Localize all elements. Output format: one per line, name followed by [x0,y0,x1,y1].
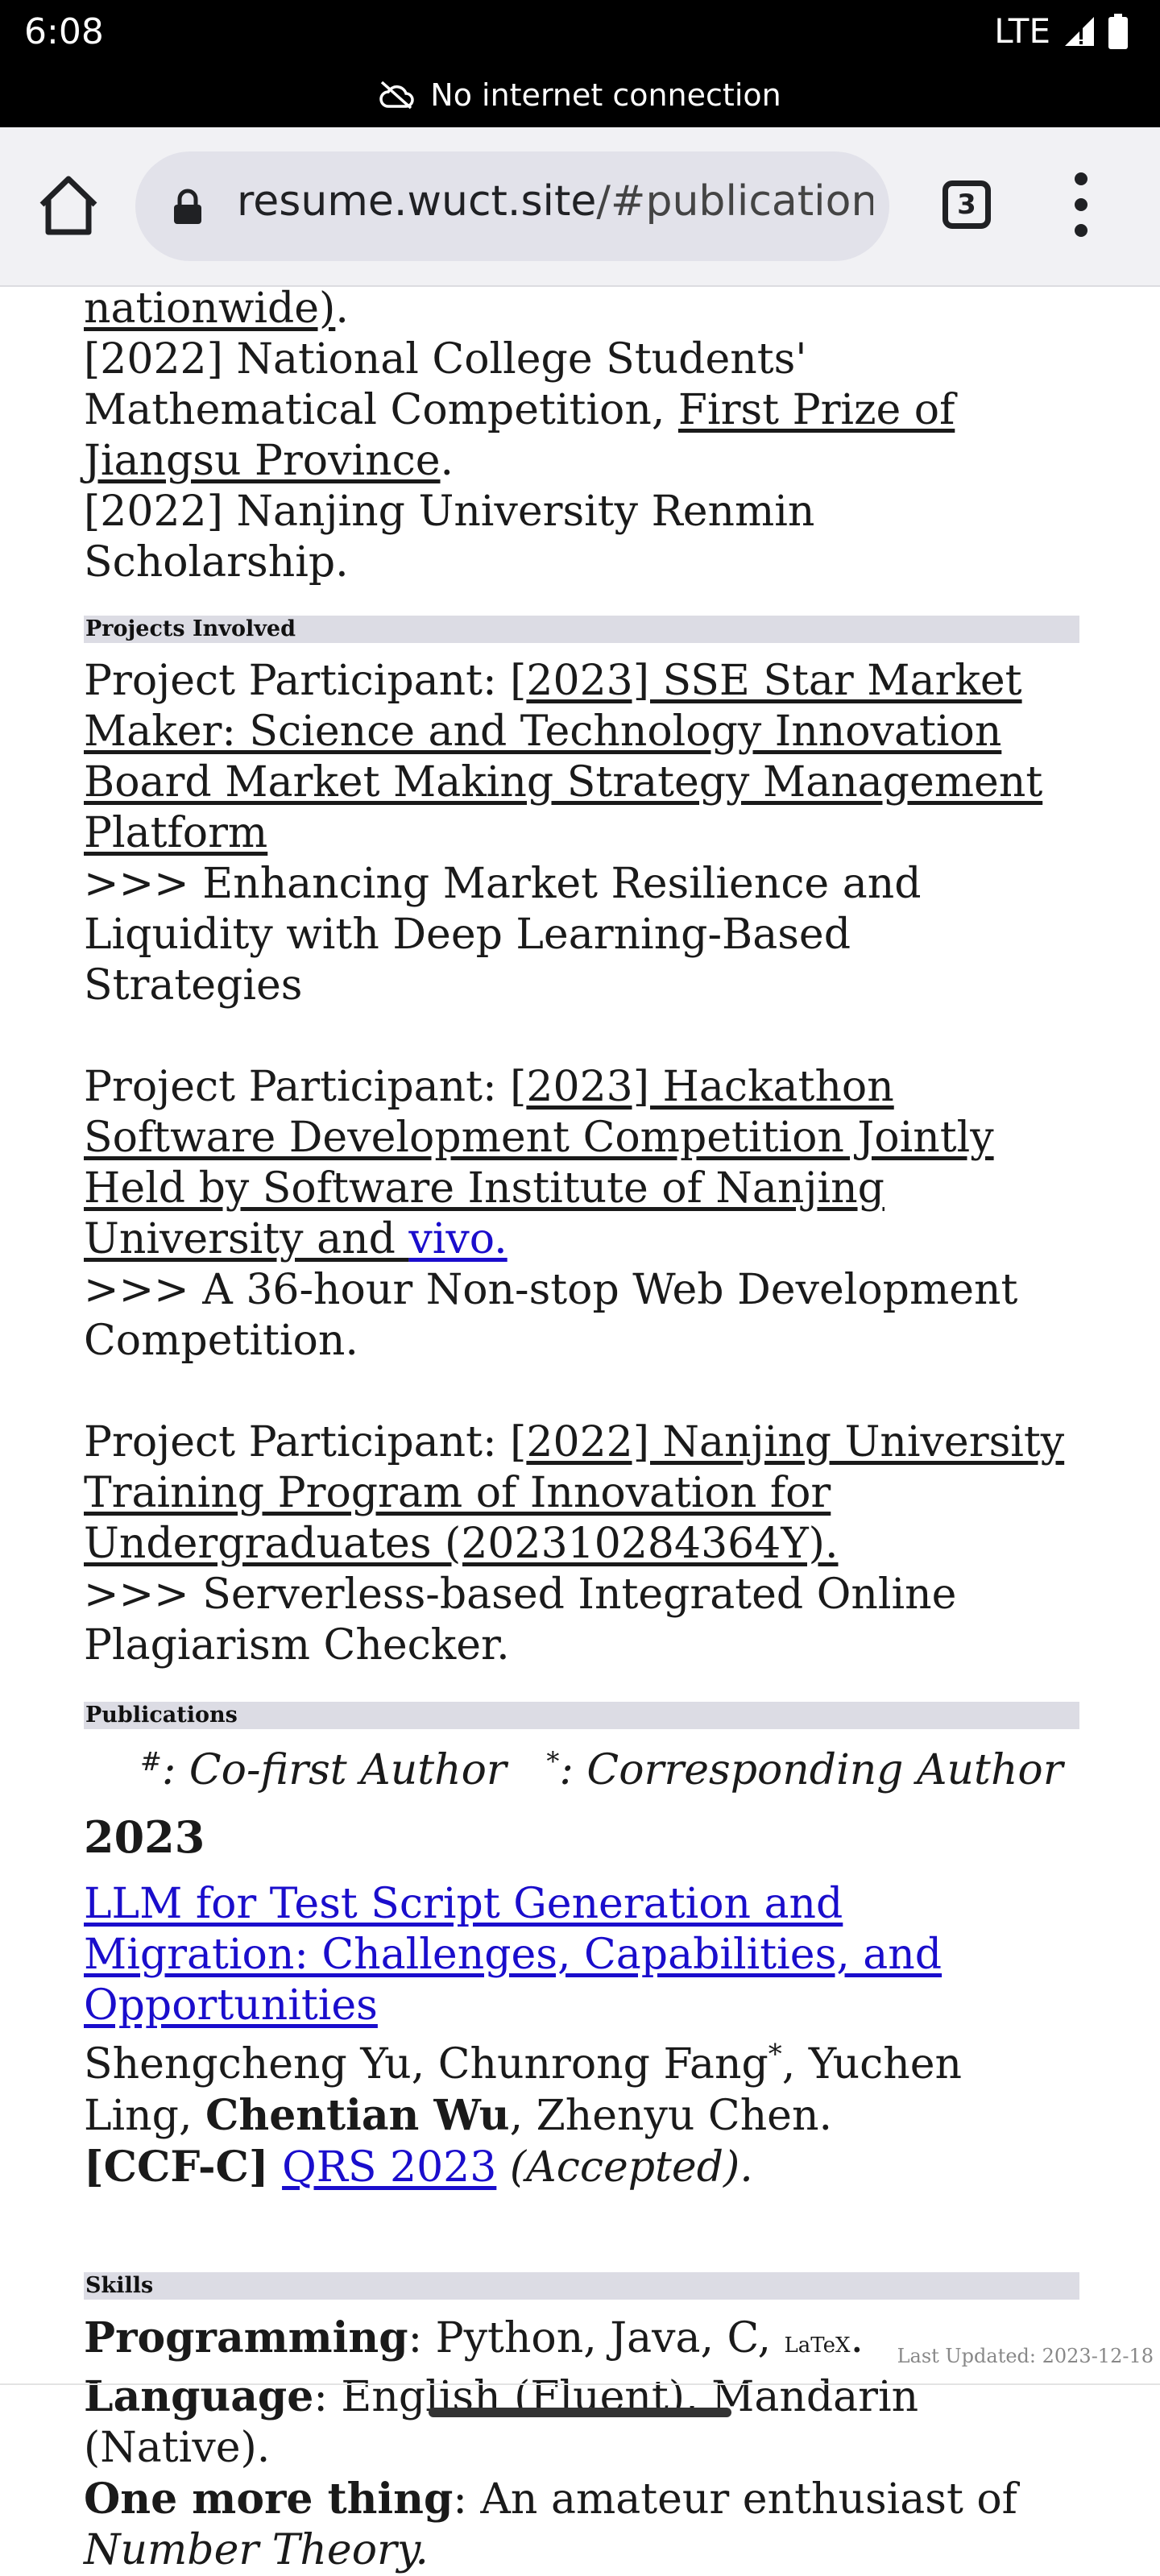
skill-italic: Number Theory. [84,2526,429,2574]
paper-venue: [CCF-C] QRS 2023 (Accepted). [84,2142,1079,2193]
paper-authors: Shengcheng Yu, Chunrong Fang*, Yuchen Li… [84,2039,1079,2142]
award-link[interactable]: nationwide) [84,284,335,333]
authors-text: Shengcheng Yu, Chunrong Fang [84,2040,768,2089]
last-updated: Last Updated: 2023-12-18 [897,2345,1154,2367]
punctuation: . [440,437,454,485]
status-bar: 6:08 LTE No internet connection [0,0,1160,127]
project-description: >>> Enhancing Market Resilience and Liqu… [84,860,922,1010]
address-bar[interactable]: resume.wuct.site/#publications [135,151,889,261]
section-heading-projects: Projects Involved [84,616,1079,643]
skill-label: One more thing [84,2474,454,2524]
skill-label: Programming [84,2313,408,2362]
skill-more: One more thing: An amateur enthusiast of… [84,2474,1079,2576]
status-time: 6:08 [24,11,104,52]
menu-dot-icon [1075,198,1088,211]
project-item: Project Participant: [2022] Nanjing Univ… [84,1417,1079,1570]
url-text[interactable]: resume.wuct.site/#publications [237,177,873,226]
project-description: >>> A 36-hour Non-stop Web Development C… [84,1266,1018,1365]
url-domain: resume.wuct.site [237,177,597,226]
divider [0,2383,1160,2385]
legend-star: * [546,1746,560,1777]
signal-icon [1065,16,1094,46]
legend-corresponding: : Corresponding Author [559,1746,1063,1794]
project-description: >>> Serverless-based Integrated Online P… [84,1570,957,1670]
browser-toolbar: resume.wuct.site/#publications 3 [0,127,1160,287]
author-star: * [768,2038,782,2071]
punctuation: . [850,2314,864,2362]
section-heading-skills: Skills [84,2272,1079,2300]
battery-icon [1108,13,1128,49]
legend-co-first: : Co-first Author [161,1746,507,1794]
venue-link[interactable]: QRS 2023 [282,2143,496,2192]
publication-year: 2023 [84,1811,205,1863]
gesture-handle[interactable] [429,2408,731,2417]
lock-icon [174,189,201,224]
venue-tag: [CCF-C] [84,2143,269,2192]
project-item: Project Participant: [2023] Hackathon So… [84,1062,1079,1265]
paper-title: LLM for Test Script Generation and Migra… [84,1879,1079,2031]
skill-value: : An amateur enthusiast of [453,2475,1017,2524]
offline-text: No internet connection [430,77,781,113]
project-link-vivo[interactable]: vivo. [408,1215,507,1263]
paper-title-link[interactable]: LLM for Test Script Generation and Migra… [84,1880,942,2030]
skill-label: Language [84,2372,314,2421]
project-role: Project Participant: [ [84,1418,527,1466]
award-item: [2022] National College Students' Mathem… [84,334,1079,487]
award-item: [2022] Nanjing University Renmin Scholar… [84,487,815,587]
home-icon [39,176,97,235]
venue-status: (Accepted). [509,2143,753,2192]
award-line: nationwide). [84,284,1079,334]
cloud-off-icon [379,81,414,110]
skill-value: : Python, Java, C, [408,2314,785,2362]
latex-logo: LaTeX [784,2333,851,2358]
author-highlight: Chentian Wu [205,2091,510,2140]
tab-switcher-button[interactable]: 3 [942,180,991,229]
section-heading-publications: Publications [84,1702,1079,1729]
project-role: Project Participant: [ [84,1063,527,1111]
more-menu-button[interactable] [1073,172,1089,240]
project-item: Project Participant: [2023] SSE Star Mar… [84,656,1079,859]
offline-banner: No internet connection [0,77,1160,113]
network-type: LTE [994,11,1050,51]
project-role: Project Participant: [ [84,657,527,705]
legend-hash: # [140,1746,162,1777]
skill-language: Language: English (Fluent), Mandarin (Na… [84,2371,1079,2474]
punctuation: . [335,284,349,333]
url-path: /#publications [596,177,873,226]
resume-content: nationwide). [2022] National College Stu… [84,284,1079,2576]
tab-count: 3 [957,189,976,221]
authors-text: , Zhenyu Chen. [509,2092,832,2140]
menu-dot-icon [1075,224,1088,237]
author-legend: #: Co-first Author *: Corresponding Auth… [140,1745,1079,1796]
menu-dot-icon [1075,172,1088,185]
status-icons: LTE [994,11,1128,51]
home-button[interactable] [35,172,102,239]
